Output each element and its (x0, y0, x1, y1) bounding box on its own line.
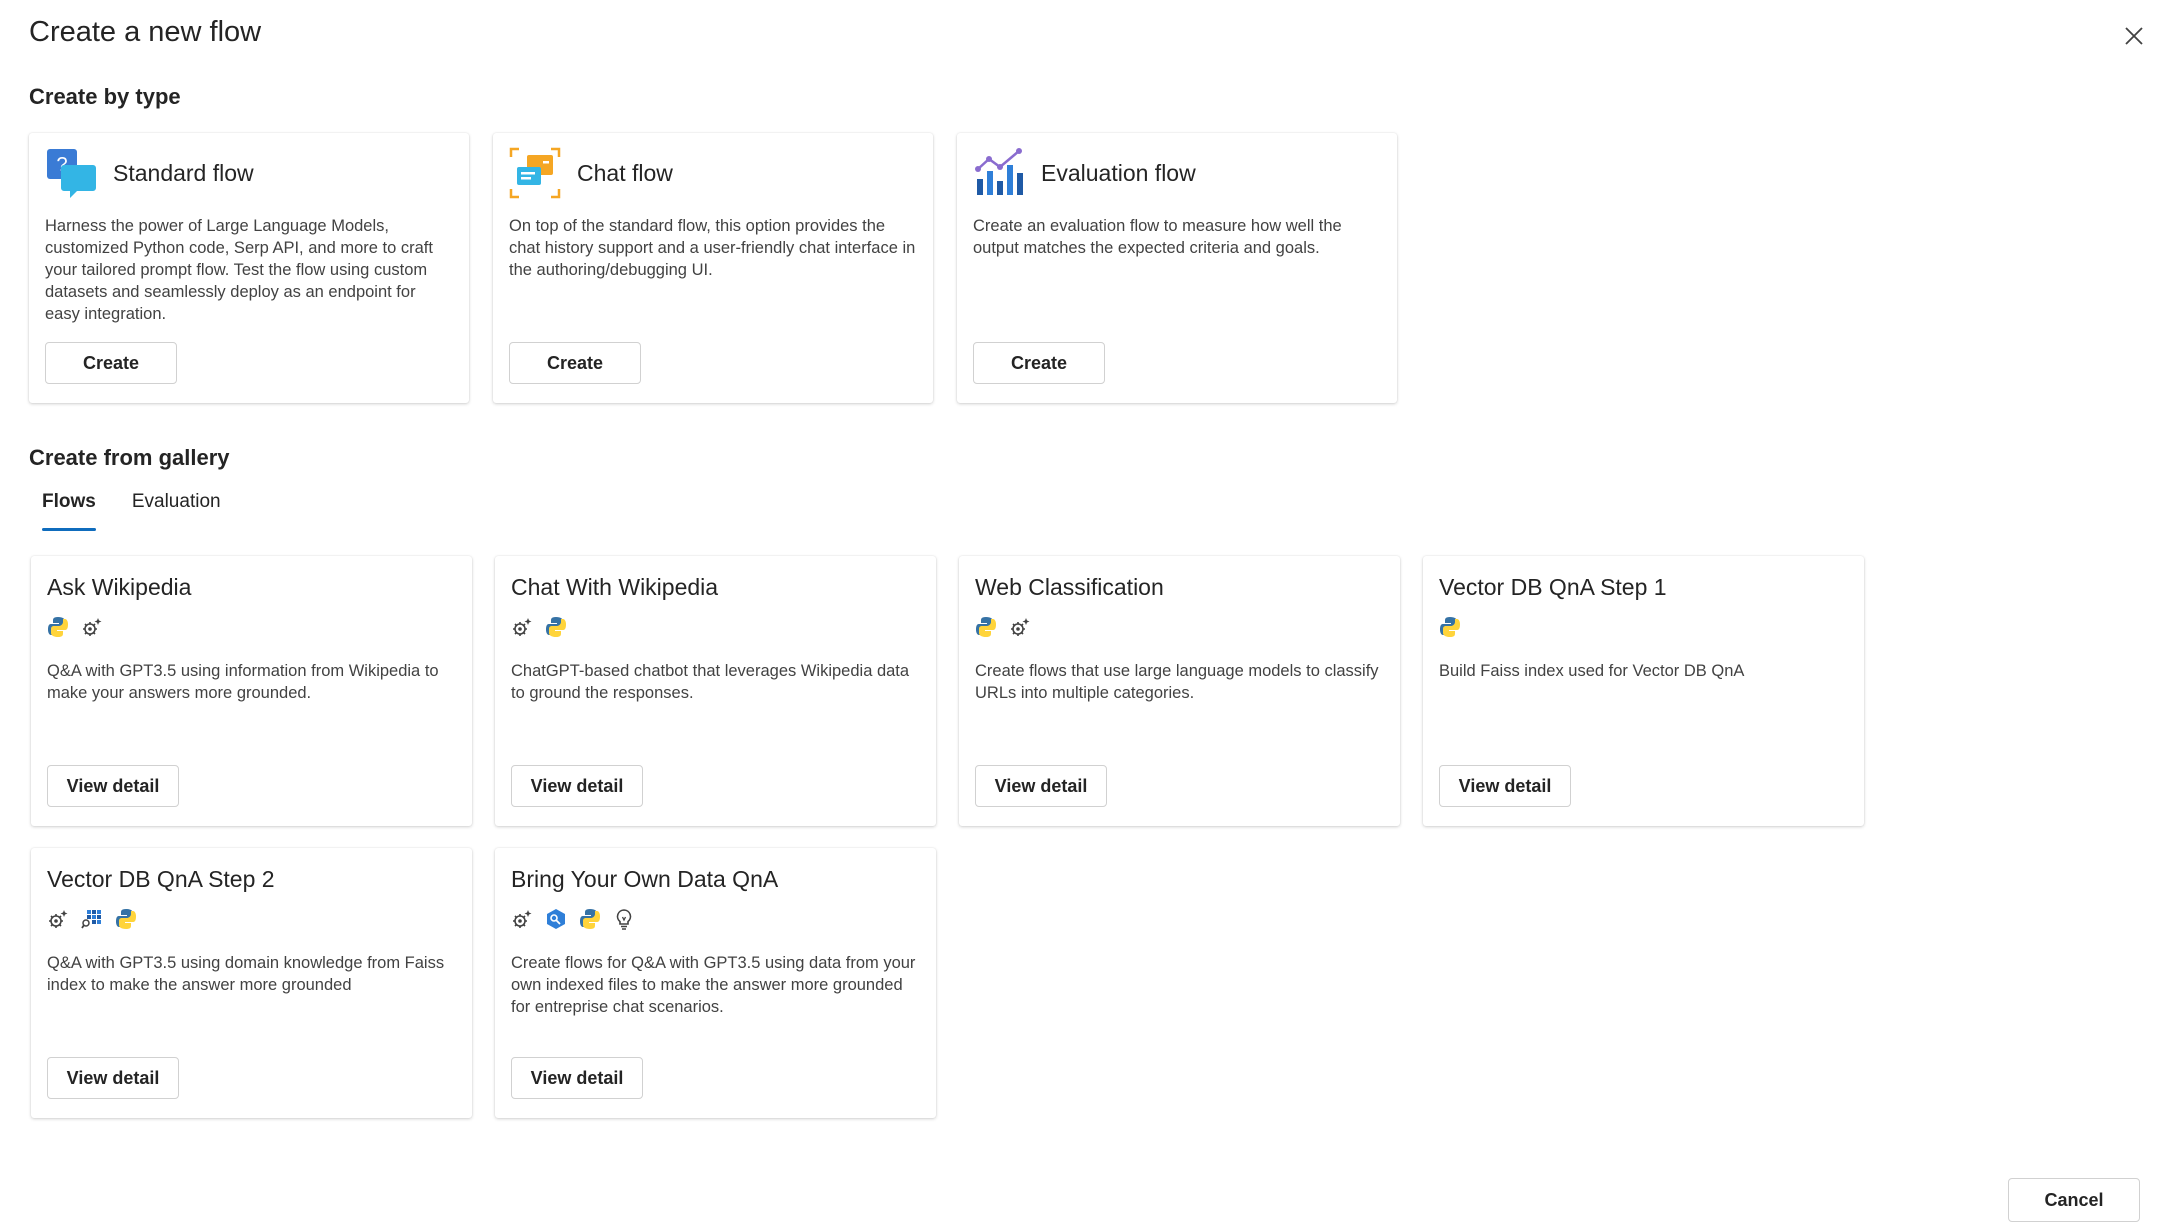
llm-gear-icon (513, 618, 532, 636)
standard-flow-icon: ? (47, 149, 96, 198)
llm-gear-icon (49, 910, 68, 928)
python-icon (48, 617, 68, 637)
gallery-tabs: Flows Evaluation (29, 490, 234, 531)
view-detail-button[interactable]: View detail (47, 1057, 179, 1099)
dialog-title: Create a new flow (29, 16, 262, 48)
gallery-card-description: Q&A with GPT3.5 using information from W… (47, 662, 439, 702)
gallery-card-title: Vector DB QnA Step 2 (47, 866, 275, 892)
vector-lookup-icon (547, 909, 565, 929)
gallery-card-vector-db-qna-step-2[interactable]: Vector DB QnA Step 2 Q&A with GPT3.5 usi… (31, 848, 472, 1118)
tab-flows[interactable]: Flows (29, 490, 109, 531)
gallery-card-bring-your-own-data-qna[interactable]: Bring Your Own Data QnA Create flows for… (495, 848, 936, 1118)
gallery-card-vector-db-qna-step-1[interactable]: Vector DB QnA Step 1 Build Faiss index u… (1423, 556, 1864, 826)
view-detail-button[interactable]: View detail (511, 1057, 643, 1099)
llm-gear-icon (513, 910, 532, 928)
chat-flow-description: On top of the standard flow, this option… (509, 217, 916, 279)
evaluation-flow-title: Evaluation flow (1041, 159, 1196, 186)
gallery-card-description: Create flows for Q&A with GPT3.5 using d… (511, 954, 916, 1016)
chat-flow-card: Chat flow On top of the standard flow, t… (493, 133, 933, 403)
python-icon (546, 617, 566, 637)
standard-flow-card: ? Standard flow Harness the power of Lar… (29, 133, 469, 403)
chat-flow-icon (509, 147, 561, 199)
create-by-type-heading: Create by type (29, 84, 181, 109)
gallery-card-description: Build Faiss index used for Vector DB QnA (1439, 662, 1745, 680)
create-evaluation-flow-button[interactable]: Create (973, 342, 1105, 384)
gallery-card-title: Ask Wikipedia (47, 574, 192, 600)
evaluation-flow-description: Create an evaluation flow to measure how… (973, 217, 1342, 257)
gallery-card-description: Create flows that use large language mod… (975, 662, 1379, 702)
evaluation-flow-card: Evaluation flow Create an evaluation flo… (957, 133, 1397, 403)
gallery-card-description: Q&A with GPT3.5 using domain knowledge f… (47, 954, 445, 994)
create-from-gallery-heading: Create from gallery (29, 445, 230, 470)
standard-flow-description: Harness the power of Large Language Mode… (45, 217, 433, 323)
vector-search-icon (81, 910, 101, 929)
lightbulb-icon (616, 909, 632, 930)
view-detail-button[interactable]: View detail (47, 765, 179, 807)
view-detail-button[interactable]: View detail (1439, 765, 1571, 807)
close-button[interactable] (2116, 18, 2152, 54)
create-chat-flow-button[interactable]: Create (509, 342, 641, 384)
gallery-card-title: Web Classification (975, 574, 1164, 600)
gallery-card-ask-wikipedia[interactable]: Ask Wikipedia Q&A with GPT3.5 using info… (31, 556, 472, 826)
gallery-card-description: ChatGPT-based chatbot that leverages Wik… (511, 662, 910, 702)
view-detail-button[interactable]: View detail (511, 765, 643, 807)
gallery-card-chat-with-wikipedia[interactable]: Chat With Wikipedia ChatGPT-based chatbo… (495, 556, 936, 826)
python-icon (1440, 617, 1460, 637)
python-icon (580, 909, 600, 929)
llm-gear-icon (83, 618, 102, 636)
gallery-card-title: Bring Your Own Data QnA (511, 866, 779, 892)
close-icon (2125, 27, 2143, 45)
chat-flow-title: Chat flow (577, 159, 673, 186)
gallery-card-title: Vector DB QnA Step 1 (1439, 574, 1667, 600)
python-icon (116, 909, 136, 929)
standard-flow-title: Standard flow (113, 159, 254, 186)
create-standard-flow-button[interactable]: Create (45, 342, 177, 384)
evaluation-flow-icon (975, 148, 1023, 195)
python-icon (976, 617, 996, 637)
tab-evaluation[interactable]: Evaluation (119, 490, 234, 530)
llm-gear-icon (1011, 618, 1030, 636)
view-detail-button[interactable]: View detail (975, 765, 1107, 807)
gallery-card-title: Chat With Wikipedia (511, 574, 719, 600)
cancel-button[interactable]: Cancel (2008, 1178, 2140, 1222)
gallery-card-web-classification[interactable]: Web Classification Create flows that use… (959, 556, 1400, 826)
